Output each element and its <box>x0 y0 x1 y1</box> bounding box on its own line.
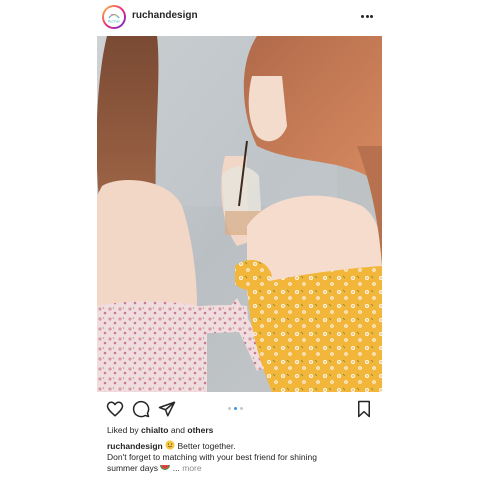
likes-user-link[interactable]: chialto <box>141 425 168 435</box>
heart-icon[interactable] <box>106 400 124 418</box>
likes-and: and <box>170 425 186 435</box>
caption-username[interactable]: ruchandesign <box>107 441 163 451</box>
carousel-dot <box>240 407 243 410</box>
share-icon[interactable] <box>158 400 176 418</box>
caption-line-3: summer days <box>107 463 159 473</box>
more-horizontal-icon[interactable] <box>361 15 373 19</box>
caption-ellipsis: ... <box>172 463 180 473</box>
comment-icon[interactable] <box>132 400 150 418</box>
post-photo[interactable] <box>97 36 382 392</box>
post-username[interactable]: ruchandesign <box>132 10 198 21</box>
smiling-face-emoji-icon <box>165 440 175 450</box>
caption-line-1: Better together. <box>177 441 236 451</box>
post-header: RuChan ruchandesign <box>0 0 478 36</box>
likes-prefix: Liked by <box>107 425 139 435</box>
likes-line: Liked by chialto and others <box>107 425 213 435</box>
bookmark-icon[interactable] <box>355 400 373 418</box>
avatar[interactable]: RuChan <box>102 5 126 29</box>
avatar-logo-text: RuChan <box>108 20 121 24</box>
carousel-indicator <box>228 407 252 411</box>
caption-line-2: Don't forget to matching with your best … <box>107 452 317 462</box>
post-caption: ruchandesign Better together. Don't forg… <box>107 440 377 474</box>
watermelon-emoji-icon <box>160 465 171 470</box>
more-link[interactable]: more <box>182 463 201 473</box>
carousel-dot <box>228 407 231 410</box>
action-bar <box>97 400 382 422</box>
carousel-dot-active <box>234 407 237 410</box>
post-image <box>97 36 382 392</box>
logo-icon: RuChan <box>104 7 124 27</box>
likes-others-link[interactable]: others <box>187 425 213 435</box>
